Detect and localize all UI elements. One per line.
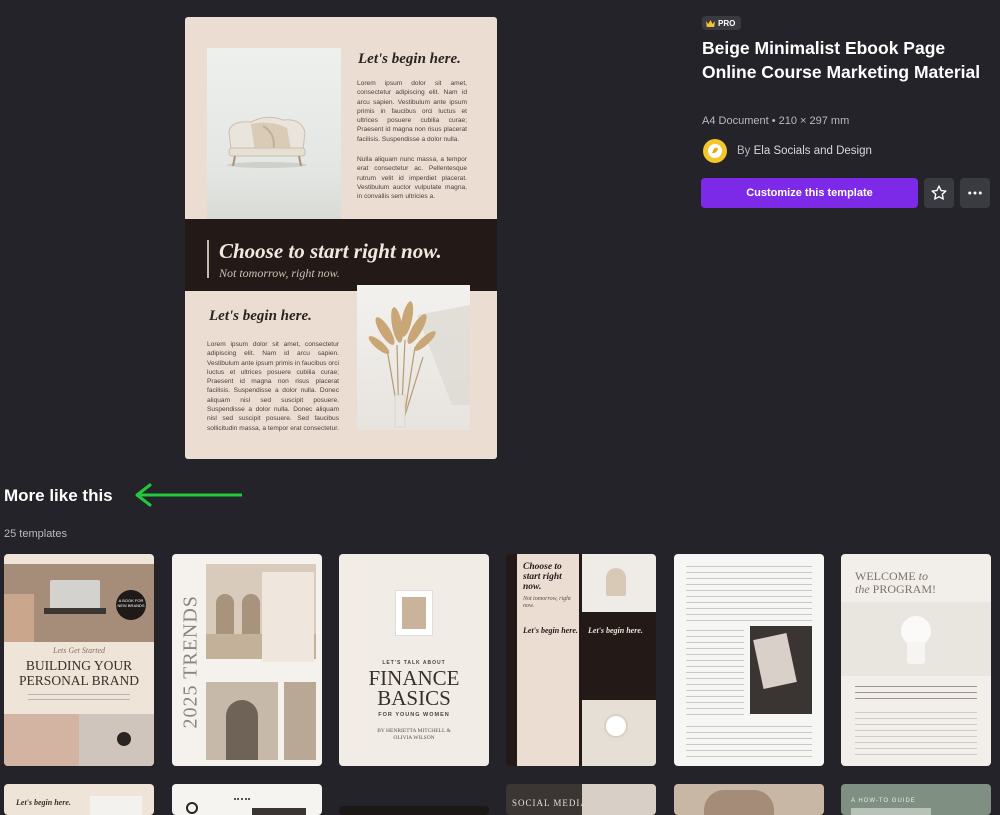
star-icon bbox=[931, 185, 947, 200]
card-photo bbox=[582, 554, 656, 612]
preview-paragraph: Lorem ipsum dolor sit amet, consectetur … bbox=[357, 80, 467, 143]
customize-template-button[interactable]: Customize this template bbox=[701, 178, 918, 208]
card-kicker: Lets Get Started bbox=[53, 646, 105, 655]
card-text-block bbox=[855, 686, 977, 704]
arrow-icon bbox=[135, 483, 242, 507]
section-title: More like this bbox=[4, 486, 113, 505]
author-name: By Ela Socials and Design bbox=[737, 145, 872, 157]
template-card[interactable]: A BOOK FOR NEW BRANDS Lets Get Started B… bbox=[4, 554, 154, 766]
card-title: BUILDING YOUR PERSONAL BRAND bbox=[19, 658, 139, 688]
card-photo bbox=[395, 590, 433, 636]
template-card[interactable]: A HOW-TO GUIDE bbox=[841, 784, 991, 815]
template-dimensions: A4 Document • 210 × 297 mm bbox=[702, 115, 850, 127]
template-card[interactable]: Choose to start right now. Not tomorrow,… bbox=[506, 554, 656, 766]
template-card[interactable]: SOCIAL MEDIA bbox=[506, 784, 656, 815]
template-card[interactable] bbox=[674, 554, 824, 766]
preview-paragraph: Lorem ipsum dolor sit amet, consectetur … bbox=[207, 341, 339, 432]
template-card[interactable] bbox=[674, 784, 824, 815]
template-card[interactable]: 2025 TRENDS bbox=[172, 554, 322, 766]
card-title-part: WELCOME bbox=[855, 569, 916, 583]
card-heading: A HOW-TO GUIDE bbox=[851, 798, 916, 804]
author-prefix: By bbox=[737, 145, 751, 157]
card-photo bbox=[750, 626, 812, 714]
card-photo bbox=[841, 602, 991, 676]
pro-badge-label: PRO bbox=[718, 18, 736, 28]
card-title: WELCOME to the PROGRAM! bbox=[855, 570, 985, 596]
template-card[interactable]: WELCOME to the PROGRAM! bbox=[841, 554, 991, 766]
card-text-block bbox=[686, 566, 812, 624]
template-card[interactable]: Let's begin here. bbox=[4, 784, 154, 815]
card-text-block bbox=[686, 726, 812, 760]
author-link[interactable]: By Ela Socials and Design bbox=[703, 139, 872, 163]
template-count: 25 templates bbox=[4, 528, 67, 540]
template-card[interactable] bbox=[172, 784, 322, 815]
card-title-line: BASICS bbox=[377, 686, 451, 710]
card-heading: Let's begin here. bbox=[523, 626, 578, 635]
card-text-line bbox=[28, 694, 130, 695]
chair-image bbox=[227, 116, 307, 168]
card-subtitle: FOR YOUNG WOMEN bbox=[378, 712, 450, 718]
more-options-button[interactable] bbox=[960, 178, 990, 208]
preview-quote-subtitle: Not tomorrow, right now. bbox=[219, 266, 340, 280]
template-card[interactable]: LET'S TALK ABOUT FINANCE BASICS FOR YOUN… bbox=[339, 554, 489, 766]
card-heading: SOCIAL MEDIA bbox=[512, 798, 588, 808]
crown-icon bbox=[706, 19, 715, 27]
card-text-block bbox=[686, 630, 744, 720]
template-detail-page: Let's begin here. Lorem ipsum dolor sit … bbox=[0, 0, 1000, 815]
preview-heading: Let's begin here. bbox=[209, 308, 312, 324]
card-panel: Let's begin here. bbox=[517, 612, 579, 766]
card-title: FINANCE BASICS bbox=[339, 666, 489, 710]
template-title: Beige Minimalist Ebook Page Online Cours… bbox=[702, 38, 981, 82]
dried-flowers-photo bbox=[357, 285, 470, 430]
pro-badge: PRO bbox=[702, 16, 742, 30]
card-photo bbox=[206, 682, 278, 760]
preview-paragraph: Nulla aliquam nunc massa, a tempor erat … bbox=[357, 156, 467, 201]
card-text-block bbox=[855, 712, 977, 758]
template-preview[interactable]: Let's begin here. Lorem ipsum dolor sit … bbox=[185, 17, 497, 459]
ellipsis-icon bbox=[968, 191, 982, 195]
author-logo-icon bbox=[708, 144, 722, 158]
card-subtitle: Not tomorrow, right now. bbox=[523, 596, 571, 609]
dried-flowers-image bbox=[368, 301, 470, 428]
preview-quote-band: Choose to start right now. Not tomorrow,… bbox=[185, 219, 497, 291]
card-title-line: FINANCE bbox=[368, 666, 460, 690]
card-photo bbox=[582, 700, 656, 766]
author-label: Ela Socials and Design bbox=[753, 145, 872, 157]
preview-heading: Let's begin here. bbox=[358, 51, 461, 67]
card-photo bbox=[79, 714, 154, 766]
quote-bar bbox=[207, 240, 209, 278]
card-badge: A BOOK FOR NEW BRANDS bbox=[116, 590, 146, 620]
chair-photo bbox=[207, 48, 341, 224]
card-title-part: the bbox=[855, 582, 870, 596]
card-photo bbox=[4, 714, 79, 766]
favorite-button[interactable] bbox=[924, 178, 954, 208]
template-card[interactable] bbox=[339, 806, 489, 815]
card-text-block bbox=[262, 572, 314, 662]
card-photo bbox=[284, 682, 316, 760]
card-panel: Choose to start right now. Not tomorrow,… bbox=[517, 554, 579, 612]
card-heading: Let's begin here. bbox=[16, 798, 71, 807]
avatar bbox=[703, 139, 727, 163]
card-title-part: to bbox=[918, 569, 928, 583]
card-title-part: PROGRAM! bbox=[872, 582, 937, 596]
card-vertical-title: 2025 TRENDS bbox=[179, 595, 202, 729]
card-text-line bbox=[28, 699, 130, 700]
preview-quote-title: Choose to start right now. bbox=[219, 239, 442, 263]
card-heading: Let's begin here. bbox=[588, 626, 643, 635]
card-authors: BY HENRIETTA MITCHELL & OLIVIA WILSON bbox=[377, 728, 451, 741]
card-title: Choose to start right now. bbox=[523, 562, 562, 592]
